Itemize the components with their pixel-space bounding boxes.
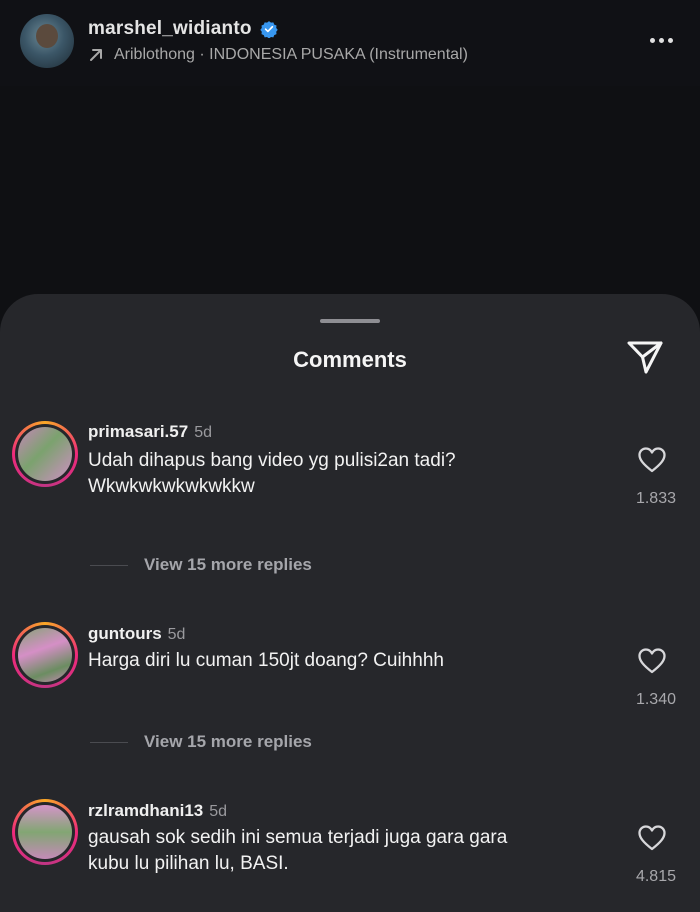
heart-icon[interactable] xyxy=(637,446,667,474)
view-replies[interactable]: View 15 more replies xyxy=(90,555,312,575)
comment-username[interactable]: primasari.57 xyxy=(88,422,188,442)
profile-avatar[interactable] xyxy=(20,14,74,68)
comment-time: 5d xyxy=(209,803,228,820)
comment-text-line: Udah dihapus bang video yg pulisi2an tad… xyxy=(88,450,456,471)
arrow-up-right-icon xyxy=(90,49,102,61)
comment-avatar-ring[interactable] xyxy=(12,799,78,865)
avatar xyxy=(18,628,72,682)
like-count: 1.340 xyxy=(635,691,676,708)
comment-text: gausah sok sedih ini semua terjadi juga … xyxy=(88,825,608,877)
drag-handle[interactable] xyxy=(320,319,380,323)
replies-divider xyxy=(90,564,128,566)
comment-meta: guntours 5d xyxy=(88,624,185,644)
comments-title: Comments xyxy=(293,347,407,372)
comment-time: 5d xyxy=(167,626,186,643)
username-row: marshel_widianto xyxy=(88,18,278,40)
comment-text-line: gausah sok sedih ini semua terjadi juga … xyxy=(88,827,508,848)
comment-avatar-ring[interactable] xyxy=(12,421,78,487)
comment-avatar-ring[interactable] xyxy=(12,622,78,688)
comment-username[interactable]: guntours xyxy=(88,624,162,644)
comment-username[interactable]: rzlramdhani13 xyxy=(88,801,203,821)
post-header: marshel_widianto Ariblothong · INDONESIA… xyxy=(0,0,700,86)
comment-text-line: Wkwkwkwkwkwkkw xyxy=(88,476,255,497)
audio-row[interactable]: Ariblothong · INDONESIA PUSAKA (Instrume… xyxy=(88,46,468,64)
post-username[interactable]: marshel_widianto xyxy=(88,18,252,40)
like-count: 4.815 xyxy=(635,868,676,885)
comment-text: Udah dihapus bang video yg pulisi2an tad… xyxy=(88,448,608,500)
comments-sheet: Comments primasari.57 5d Udah dihapus ba… xyxy=(0,294,700,912)
send-icon[interactable] xyxy=(624,337,666,377)
view-replies-label[interactable]: View 15 more replies xyxy=(144,732,312,752)
comment-text-line: kubu lu pilihan lu, BASI. xyxy=(88,853,289,874)
heart-icon[interactable] xyxy=(637,647,667,675)
comment-text-line: Harga diri lu cuman 150jt doang? Cuihhhh xyxy=(88,650,444,671)
comment-time: 5d xyxy=(194,424,212,441)
comment-meta: primasari.57 5d xyxy=(88,422,212,442)
like-count: 1.833 xyxy=(635,490,676,507)
more-options-icon[interactable] xyxy=(645,28,677,52)
verified-badge-icon xyxy=(260,21,278,38)
comment-meta: rzlramdhani13 5d xyxy=(88,801,227,821)
comment-text: Harga diri lu cuman 150jt doang? Cuihhhh xyxy=(88,648,608,674)
audio-label: Ariblothong · INDONESIA PUSAKA (Instrume… xyxy=(114,46,468,63)
avatar xyxy=(18,427,72,481)
view-replies-label[interactable]: View 15 more replies xyxy=(144,555,312,575)
view-replies[interactable]: View 15 more replies xyxy=(90,732,312,752)
replies-divider xyxy=(90,741,128,743)
avatar xyxy=(18,805,72,859)
heart-icon[interactable] xyxy=(637,824,667,852)
